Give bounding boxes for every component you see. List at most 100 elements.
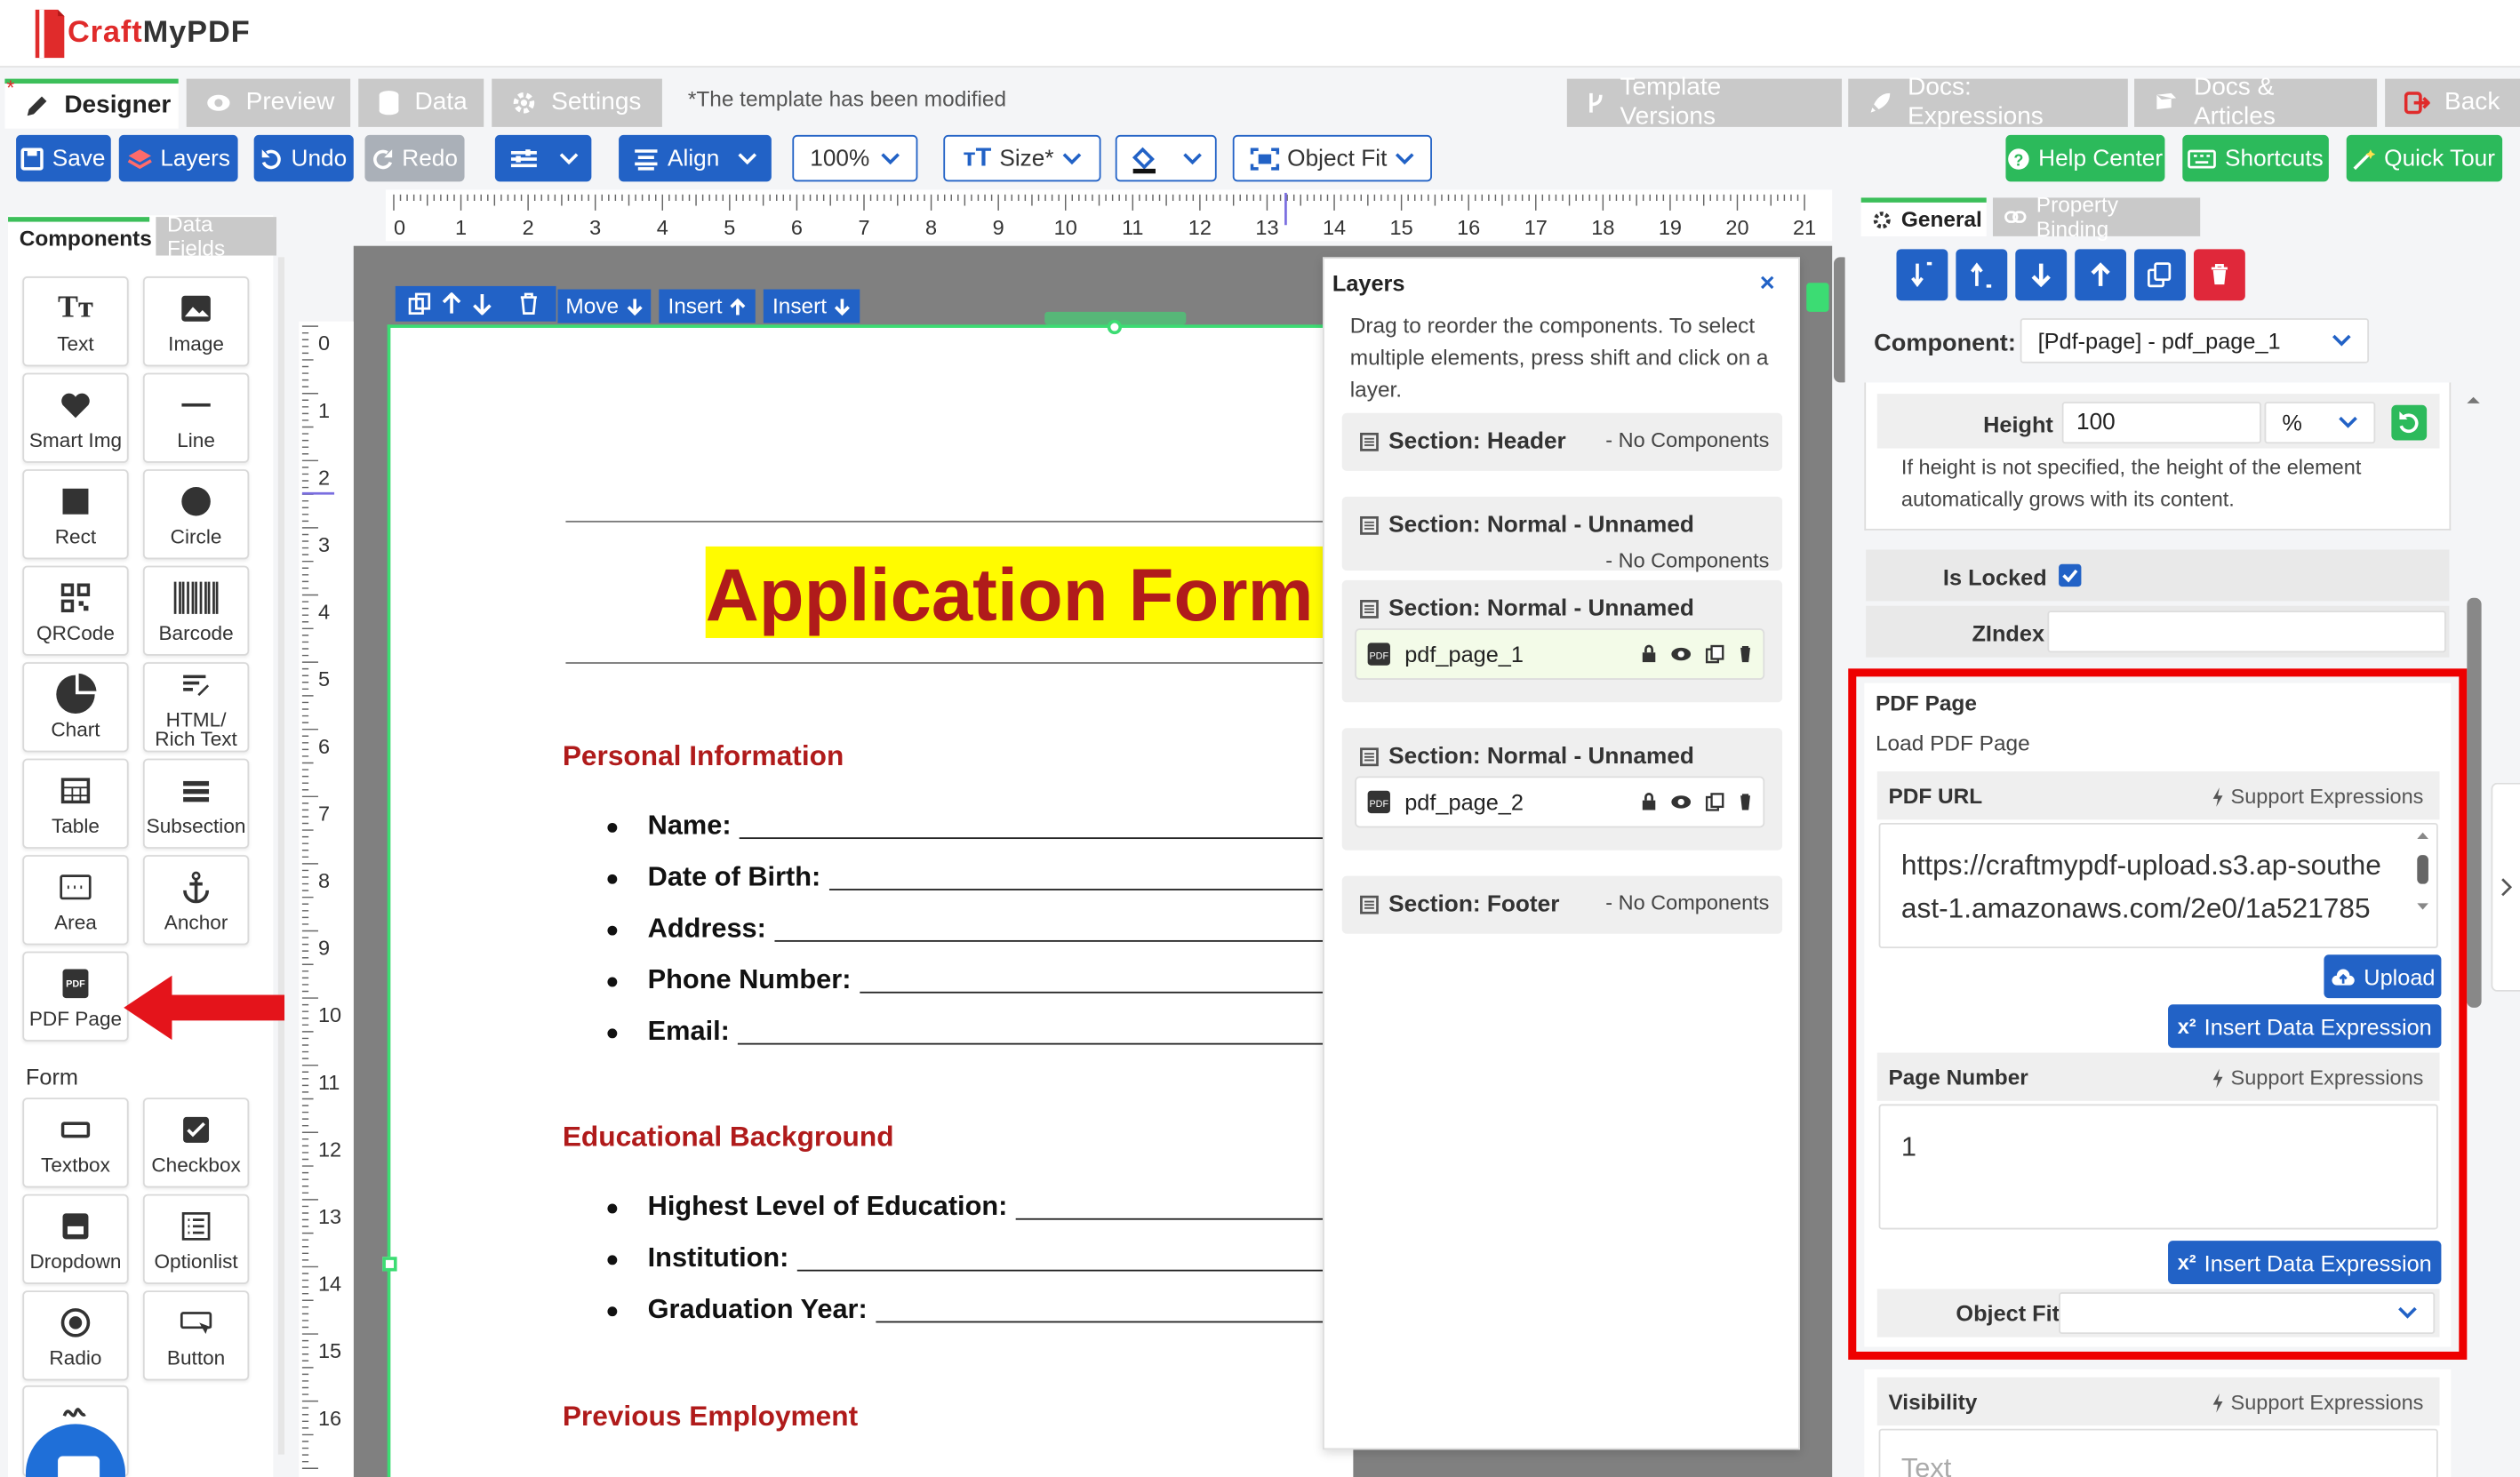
lock-icon[interactable]: [1641, 793, 1657, 812]
ruler-label: 14: [318, 1273, 341, 1296]
trash-icon[interactable]: [1737, 644, 1753, 664]
component-tile-textbox[interactable]: Textbox: [22, 1098, 129, 1188]
fill-color-dropdown[interactable]: [1115, 134, 1217, 182]
component-tile-optionlist[interactable]: Optionlist: [142, 1194, 250, 1284]
quick-tour-button[interactable]: Quick Tour: [2346, 134, 2503, 182]
insert-below-button[interactable]: Insert: [763, 289, 860, 323]
object-fit-dropdown[interactable]: Object Fit: [1232, 134, 1432, 182]
size-dropdown[interactable]: тT Size*: [943, 134, 1101, 182]
component-tile-qrcode[interactable]: QRCode: [22, 565, 129, 656]
component-tile-barcode[interactable]: Barcode: [142, 565, 250, 656]
upload-button[interactable]: Upload: [2324, 954, 2442, 999]
zindex-input[interactable]: [2047, 611, 2446, 653]
layer-item-pdf-page-1[interactable]: PDF pdf_page_1: [1355, 628, 1765, 680]
component-tile-subsection[interactable]: Subsection: [142, 758, 250, 849]
layers-description: Drag to reorder the components. To selec…: [1349, 313, 1769, 403]
delete-handle[interactable]: [1806, 283, 1829, 312]
locked-checkbox[interactable]: [2059, 563, 2082, 587]
insert-data-expression-button-page[interactable]: x² Insert Data Expression: [2168, 1241, 2442, 1284]
pdf-url-scrollbar[interactable]: [2414, 826, 2432, 946]
component-tile-button[interactable]: Button: [142, 1290, 250, 1381]
distribute-dropdown[interactable]: [494, 134, 592, 182]
visibility-textarea[interactable]: Text: [1878, 1428, 2438, 1477]
redo-button[interactable]: Redo: [364, 134, 465, 182]
component-tile-text[interactable]: Tт Text: [22, 276, 129, 367]
eye-icon[interactable]: [1670, 646, 1692, 662]
component-tile-circle[interactable]: Circle: [142, 469, 250, 560]
send-to-back-button[interactable]: [1896, 249, 1948, 301]
layers-close-icon[interactable]: ×: [1760, 270, 1775, 299]
zoom-select[interactable]: 100%: [792, 134, 918, 182]
layer-section-normal-1[interactable]: Section: Normal - Unnamed - No Component…: [1341, 496, 1783, 572]
copy-icon[interactable]: [1705, 644, 1724, 664]
height-input[interactable]: 100: [2061, 402, 2261, 444]
tab-template-versions[interactable]: Template Versions: [1566, 74, 1843, 130]
layer-section-normal-3[interactable]: Section: Normal - Unnamed PDF pdf_page_2: [1341, 728, 1783, 850]
move-button[interactable]: Move: [557, 289, 652, 323]
component-select[interactable]: [Pdf-page] - pdf_page_1: [2020, 318, 2370, 363]
component-tile-radio[interactable]: Radio: [22, 1290, 129, 1381]
copy-icon[interactable]: [1705, 793, 1724, 812]
tab-preview[interactable]: Preview: [186, 78, 351, 127]
delete-button[interactable]: [2193, 249, 2245, 301]
tab-designer[interactable]: Designer: [4, 78, 179, 129]
component-tile-image[interactable]: Image: [142, 276, 250, 367]
component-tile-checkbox[interactable]: Checkbox: [142, 1098, 250, 1188]
left-scrollbar[interactable]: [277, 257, 285, 1455]
undo-button[interactable]: Undo: [253, 134, 354, 182]
layer-section-normal-2[interactable]: Section: Normal - Unnamed PDF pdf_page_1: [1341, 579, 1783, 703]
component-tile-chart[interactable]: Chart: [22, 662, 129, 753]
lock-icon[interactable]: [1641, 644, 1657, 664]
ruler-label: 5: [318, 667, 330, 691]
tab-docs-expressions[interactable]: Docs: Expressions: [1848, 74, 2128, 130]
component-tile-line[interactable]: Line: [142, 372, 250, 463]
component-tile-anchor[interactable]: Anchor: [142, 855, 250, 946]
tab-data-fields[interactable]: Data Fields: [156, 212, 276, 260]
resize-handle-dot[interactable]: [1107, 319, 1123, 335]
duplicate-button[interactable]: [2134, 249, 2186, 301]
collapse-panel-toggle[interactable]: [2491, 782, 2520, 992]
object-fit-select[interactable]: [2059, 1292, 2436, 1335]
layer-item-pdf-page-2[interactable]: PDF pdf_page_2: [1355, 776, 1765, 828]
reset-height-button[interactable]: [2391, 404, 2428, 441]
tab-components[interactable]: Components: [8, 217, 152, 256]
trash-icon[interactable]: [519, 292, 539, 315]
trash-icon[interactable]: [1737, 793, 1753, 812]
tab-data[interactable]: Data: [358, 78, 484, 127]
component-tile-table[interactable]: Table: [22, 758, 129, 849]
layer-section-footer[interactable]: Section: Footer - No Components: [1341, 875, 1783, 934]
tab-settings[interactable]: Settings: [492, 78, 662, 127]
shortcuts-button[interactable]: Shortcuts: [2182, 134, 2329, 182]
save-button[interactable]: Save: [16, 134, 111, 182]
arrow-up-icon[interactable]: [442, 292, 461, 315]
tab-docs-articles[interactable]: Docs & Articles: [2134, 74, 2378, 130]
move-down-button[interactable]: [2015, 249, 2068, 301]
component-tile-area[interactable]: Area: [22, 855, 129, 946]
tab-property-binding[interactable]: Property Binding: [1992, 193, 2201, 241]
scroll-up-icon[interactable]: [2462, 389, 2484, 411]
height-unit-select[interactable]: %: [2264, 402, 2376, 444]
tab-back[interactable]: Back: [2385, 78, 2520, 127]
resize-handle-left[interactable]: [382, 1257, 397, 1272]
insert-data-expression-button-url[interactable]: x² Insert Data Expression: [2168, 1004, 2442, 1049]
component-tile-smart-img[interactable]: Smart Img: [22, 372, 129, 463]
component-tile-pdf-page[interactable]: PDF PDF Page: [22, 951, 129, 1042]
eye-icon[interactable]: [1670, 794, 1692, 810]
pdf-url-textarea[interactable]: https://craftmypdf-upload.s3.ap-southeas…: [1878, 822, 2438, 949]
help-center-button[interactable]: ? Help Center: [2005, 134, 2165, 182]
properties-scrollbar[interactable]: [2467, 597, 2482, 1008]
align-dropdown[interactable]: Align: [619, 134, 772, 182]
copy-icon[interactable]: [408, 292, 431, 315]
component-tile-html-rich-text[interactable]: HTML/ Rich Text: [142, 662, 250, 753]
bring-to-front-button[interactable]: [1956, 249, 2008, 301]
move-up-button[interactable]: [2075, 249, 2127, 301]
component-tile-rect[interactable]: Rect: [22, 469, 129, 560]
component-tile-dropdown[interactable]: Dropdown: [22, 1194, 129, 1284]
insert-above-button[interactable]: Insert: [659, 289, 756, 323]
ruler-label: 20: [1725, 216, 1748, 239]
arrow-down-icon[interactable]: [473, 292, 492, 315]
layer-section-header[interactable]: Section: Header - No Components: [1341, 412, 1783, 471]
layers-button[interactable]: Layers: [118, 134, 238, 182]
page-number-textarea[interactable]: 1: [1878, 1104, 2438, 1230]
tab-general[interactable]: General: [1860, 197, 1987, 236]
